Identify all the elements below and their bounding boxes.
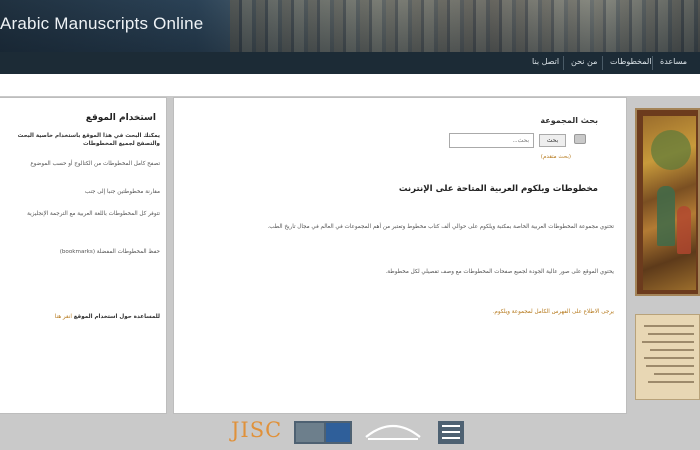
nav-about[interactable]: من نحن — [571, 57, 597, 66]
main-nav: مساعدة المخطوطات من نحن اتصل بنا — [0, 52, 700, 74]
usage-help-text: للمساعدة حول استخدام الموقع انقر هنا — [54, 314, 160, 320]
site-title[interactable]: Arabic Manuscripts Online — [0, 14, 203, 34]
main-content-panel: بحث المجموعة بحث (بحث متقدم) مخطوطات ويل… — [173, 97, 627, 414]
intro-paragraph: يحتوي الموقع على صور عالية الجودة لجميع … — [385, 269, 614, 275]
kings-college-logo[interactable] — [438, 421, 464, 444]
site-header: Arabic Manuscripts Online — [0, 0, 700, 52]
usage-paragraph: يمكنك البحث في هذا الموقع باستخدام خاصية… — [17, 133, 160, 147]
usage-paragraph: مقارنة مخطوطتين جنبا إلى جنب — [84, 189, 160, 195]
advanced-search-link[interactable]: (بحث متقدم) — [541, 154, 571, 160]
jisc-logo[interactable]: JISC — [231, 418, 282, 442]
manuscript-page-image[interactable] — [635, 314, 700, 400]
nav-contact[interactable]: اتصل بنا — [532, 57, 559, 66]
manuscript-illustration-image[interactable] — [635, 108, 700, 296]
image-search-icon[interactable] — [574, 134, 586, 144]
nav-divider — [563, 56, 564, 70]
site-usage-title: استخدام الموقع — [85, 113, 156, 123]
search-button[interactable]: بحث — [539, 134, 566, 147]
watermark-logo: شاشة — [2, 340, 78, 387]
wellcome-library-logo[interactable] — [294, 421, 352, 444]
header-strip — [0, 74, 700, 96]
nav-manuscripts[interactable]: المخطوطات — [610, 57, 651, 66]
page-heading: مخطوطات ويلكوم العربية المتاحة على الإنت… — [398, 184, 598, 194]
nav-help[interactable]: مساعدة — [660, 57, 687, 66]
search-input[interactable] — [449, 133, 534, 148]
usage-paragraph: حفظ المخطوطات المفضلة (bookmarks) — [59, 249, 160, 255]
watermark-text: شاشة — [4, 340, 69, 365]
usage-paragraph: تصفح كامل المخطوطات من الكتالوج أو حسب ا… — [30, 161, 160, 167]
intro-paragraph: تحتوي مجموعة المخطوطات العربية الخاصة بم… — [267, 224, 614, 230]
nav-divider — [652, 56, 653, 70]
nav-divider — [602, 56, 603, 70]
bibliotheca-alexandrina-logo[interactable] — [362, 421, 424, 444]
collection-search-title: بحث المجموعة — [540, 116, 598, 125]
usage-help-link[interactable]: انقر هنا — [55, 314, 72, 320]
intro-paragraph: يرجى الاطلاع على الفهرس الكامل لمجموعة و… — [492, 309, 614, 315]
usage-paragraph: تتوفر كل المخطوطات باللغة العربية مع الت… — [27, 211, 160, 217]
